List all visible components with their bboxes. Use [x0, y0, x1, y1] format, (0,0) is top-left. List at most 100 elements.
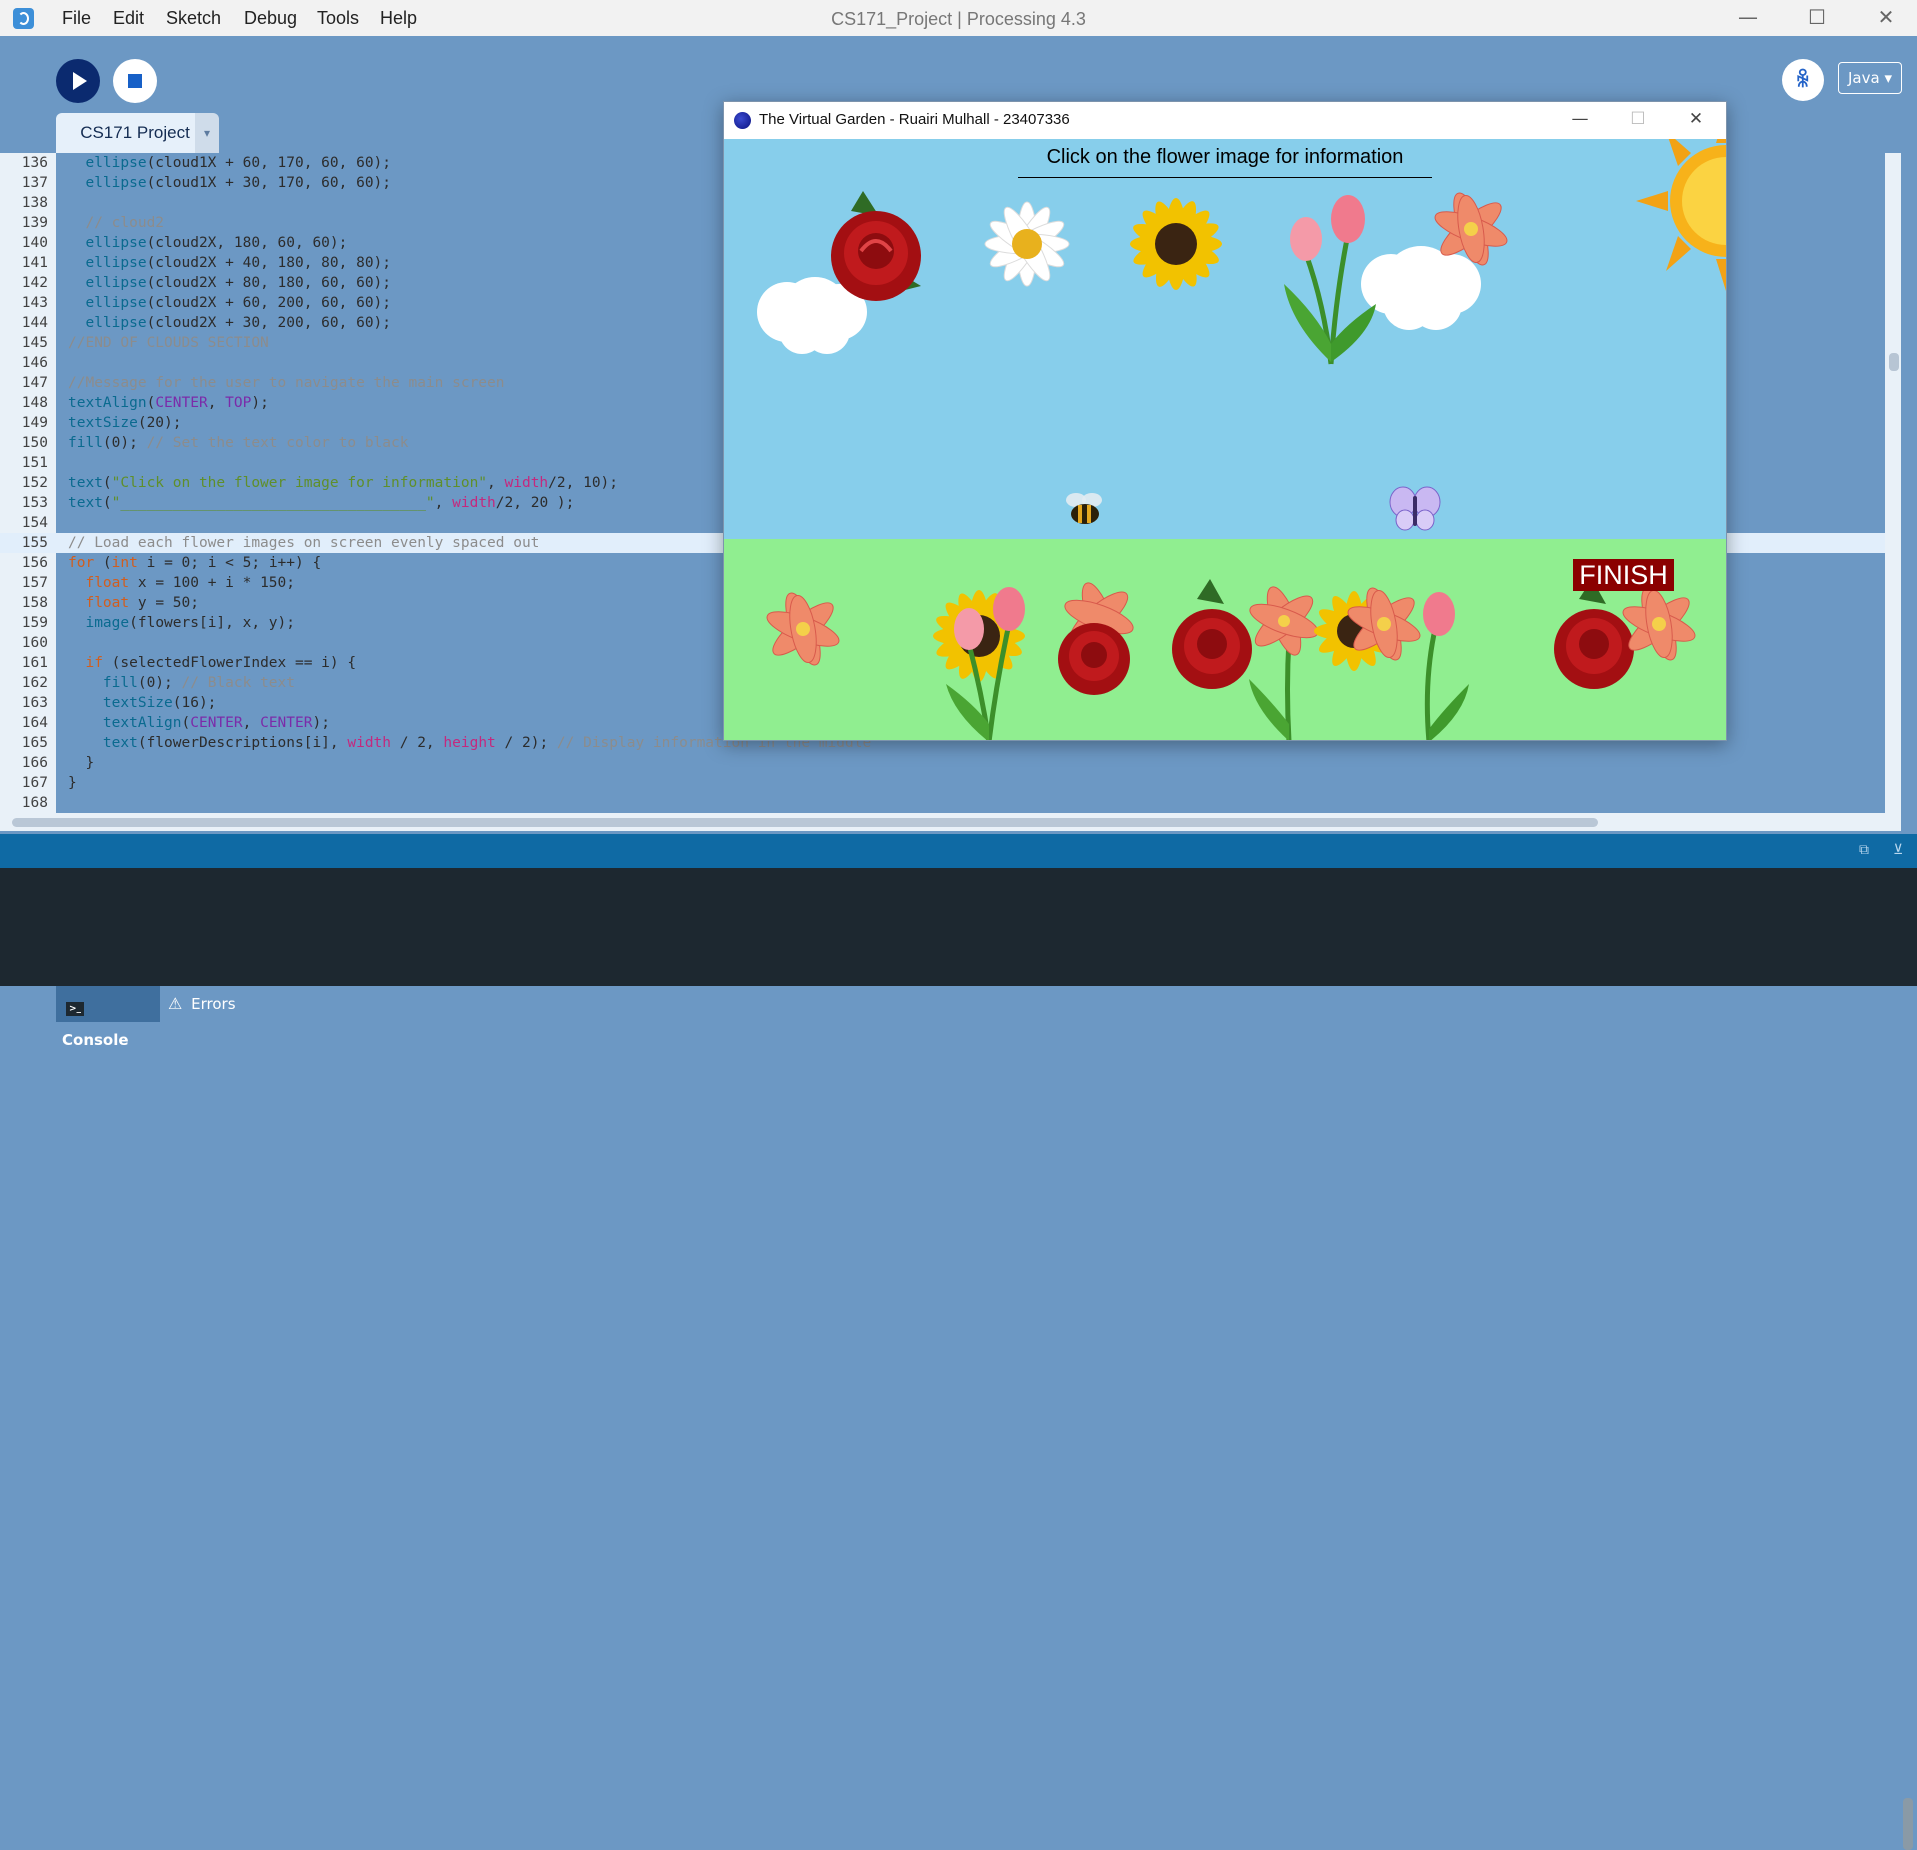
line-number: 164 [21, 715, 48, 731]
tulip-flower[interactable] [1276, 194, 1386, 369]
run-button[interactable] [56, 59, 100, 103]
debug-button[interactable]: ꆜ [1782, 59, 1824, 101]
mode-select[interactable]: Java ▾ [1838, 62, 1902, 94]
vertical-scroll-thumb[interactable] [1889, 353, 1899, 371]
line-number: 156 [21, 555, 48, 571]
code-text: ellipse(cloud2X, 180, 60, 60); [85, 235, 348, 251]
vertical-scrollbar[interactable] [1885, 153, 1901, 831]
line-number: 165 [21, 735, 48, 751]
stop-button[interactable] [113, 59, 157, 103]
line-number: 152 [21, 475, 48, 491]
processing-logo-icon [13, 8, 34, 29]
ide-title-bar: File Edit Sketch Debug Tools Help CS171_… [0, 0, 1917, 36]
line-number: 144 [21, 315, 48, 331]
horizontal-scrollbar[interactable] [0, 813, 1885, 831]
tab-console[interactable]: >_ Console [56, 986, 160, 1049]
menu-edit[interactable]: Edit [113, 8, 144, 29]
sketch-window: The Virtual Garden - Ruairi Mulhall - 23… [723, 101, 1727, 741]
minimize-button[interactable]: — [1717, 0, 1779, 36]
close-button[interactable]: ✕ [1855, 0, 1917, 36]
horizontal-scroll-thumb[interactable] [12, 818, 1598, 827]
daisy-flower[interactable] [972, 189, 1082, 299]
code-text: // cloud2 [85, 215, 165, 231]
maximize-button[interactable]: ☐ [1786, 0, 1848, 36]
code-text: text("__________________________________… [68, 495, 575, 511]
line-number: 141 [21, 255, 48, 271]
line-number: 166 [21, 755, 48, 771]
menu-debug[interactable]: Debug [244, 8, 297, 29]
finish-button[interactable]: FINISH [1573, 559, 1674, 591]
processing-sketch-icon [734, 112, 751, 129]
line-number: 157 [21, 575, 48, 591]
code-text: textSize(16); [102, 695, 217, 711]
tab-menu-button[interactable]: ▾ [195, 113, 219, 153]
code-line[interactable]: 167} [0, 773, 1885, 793]
menu-sketch[interactable]: Sketch [166, 8, 221, 29]
code-line[interactable]: 168 [0, 793, 1885, 813]
copy-console-icon[interactable]: ⧉ [1859, 842, 1875, 858]
code-text: } [68, 775, 77, 791]
code-text: textAlign(CENTER, CENTER); [102, 715, 330, 731]
sketch-maximize-button[interactable]: ☐ [1609, 102, 1667, 139]
code-text: float x = 100 + i * 150; [85, 575, 295, 591]
garden-lily-4 [1622, 587, 1696, 661]
code-text: //Message for the user to navigate the m… [68, 375, 505, 391]
sketch-canvas[interactable]: Click on the flower image for informatio… [724, 139, 1726, 740]
rose-flower[interactable] [821, 191, 926, 306]
console-tab-bar [0, 986, 1917, 1022]
code-line[interactable]: 166 } [0, 753, 1885, 773]
sketch-title-bar: The Virtual Garden - Ruairi Mulhall - 23… [724, 102, 1726, 139]
garden-lily-1 [766, 592, 840, 666]
bee-icon [1066, 493, 1102, 524]
garden-lily-rose [1058, 582, 1134, 695]
instruction-underline [1018, 177, 1432, 178]
line-number: 151 [21, 455, 48, 471]
sketch-minimize-button[interactable]: — [1551, 102, 1609, 139]
clear-console-icon[interactable]: ⊻ [1893, 842, 1909, 858]
menu-file[interactable]: File [62, 8, 91, 29]
code-text: for (int i = 0; i < 5; i++) { [68, 555, 322, 571]
butterfly-icon [1389, 486, 1441, 531]
garden-tulip-2 [1423, 592, 1469, 740]
line-number: 154 [21, 515, 48, 531]
sketch-close-button[interactable]: ✕ [1667, 102, 1725, 139]
garden-tulip-1 [946, 587, 1025, 740]
line-number: 138 [21, 195, 48, 211]
code-text: ellipse(cloud2X + 60, 200, 60, 60); [85, 295, 392, 311]
line-number: 159 [21, 615, 48, 631]
menu-help[interactable]: Help [380, 8, 417, 29]
tab-console-label: Console [62, 1031, 129, 1049]
console-output[interactable] [0, 868, 1917, 1850]
code-text: fill(0); // Set the text color to black [68, 435, 409, 451]
code-text: text("Click on the flower image for info… [68, 475, 619, 491]
terminal-icon: >_ [66, 1002, 84, 1016]
line-number: 162 [21, 675, 48, 691]
line-number: 150 [21, 435, 48, 451]
console-scroll-thumb[interactable] [1903, 1798, 1913, 1850]
lily-flower[interactable] [1419, 184, 1524, 284]
instruction-text: Click on the flower image for informatio… [1046, 146, 1404, 168]
code-text: ellipse(cloud1X + 60, 170, 60, 60); [85, 155, 392, 171]
line-number: 148 [21, 395, 48, 411]
line-number: 146 [21, 355, 48, 371]
tab-errors-label: Errors [191, 995, 236, 1013]
line-number: 139 [21, 215, 48, 231]
code-text: ellipse(cloud2X + 80, 180, 60, 60); [85, 275, 392, 291]
line-number: 158 [21, 595, 48, 611]
line-number: 160 [21, 635, 48, 651]
code-text: // Load each flower images on screen eve… [68, 535, 540, 551]
line-number: 163 [21, 695, 48, 711]
line-number: 142 [21, 275, 48, 291]
sketch-window-title: The Virtual Garden - Ruairi Mulhall - 23… [759, 111, 1070, 128]
sunflower-flower[interactable] [1121, 189, 1231, 299]
line-number: 140 [21, 235, 48, 251]
line-number: 155 [21, 535, 48, 551]
code-text: image(flowers[i], x, y); [85, 615, 295, 631]
line-number: 143 [21, 295, 48, 311]
line-number: 147 [21, 375, 48, 391]
tab-cs171-project[interactable]: CS171 Project [56, 113, 214, 153]
code-text: float y = 50; [85, 595, 199, 611]
code-text: ellipse(cloud2X + 40, 180, 80, 80); [85, 255, 392, 271]
menu-tools[interactable]: Tools [317, 8, 359, 29]
tab-errors[interactable]: ⚠ Errors [168, 986, 258, 1022]
